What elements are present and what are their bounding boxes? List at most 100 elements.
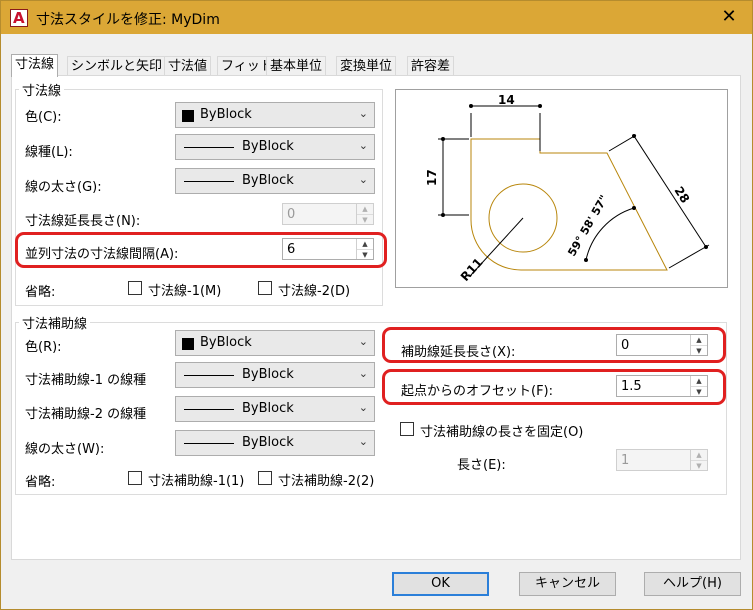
dim-text-top: 14: [498, 93, 515, 107]
spin-up-icon[interactable]: ▲: [691, 376, 707, 386]
dim-lineweight-select[interactable]: ByBlock ⌄: [175, 168, 375, 194]
linetype-sample: [184, 375, 234, 376]
chevron-down-icon: ⌄: [358, 107, 368, 120]
fixed-length-checkbox[interactable]: [400, 422, 414, 436]
window-title: 寸法スタイルを修正: MyDim: [36, 12, 220, 28]
ext-suppress-label: 省略:: [25, 475, 56, 490]
ext-suppress-2-checkbox[interactable]: [258, 471, 272, 485]
ext-extend-spinner[interactable]: 0 ▲ ▼: [616, 334, 708, 356]
dim-extend-spinner[interactable]: 0 ▲ ▼: [282, 203, 374, 225]
tab-text[interactable]: 寸法値: [164, 56, 212, 76]
ext-lines-group-label: 寸法補助線: [19, 313, 91, 332]
spinner-buttons[interactable]: ▲ ▼: [690, 450, 707, 470]
baseline-spacing-value: 6: [287, 242, 296, 257]
dim-color-select[interactable]: ByBlock ⌄: [175, 102, 375, 128]
dim-suppress-1-label[interactable]: 寸法線-1(M): [148, 280, 221, 299]
preview-panel: 14 17 28 59° 58' 57" R11: [395, 89, 728, 288]
baseline-spacing-spinner[interactable]: 6 ▲ ▼: [282, 238, 374, 260]
lineweight-sample: [184, 443, 234, 444]
chevron-down-icon: ⌄: [358, 435, 368, 448]
dim-suppress-1-checkbox[interactable]: [128, 281, 142, 295]
ext-lineweight-value: ByBlock: [242, 435, 294, 450]
fixed-length-label[interactable]: 寸法補助線の長さを固定(O): [420, 421, 583, 440]
preview-drawing: 14 17 28 59° 58' 57" R11: [425, 93, 710, 284]
spin-down-icon[interactable]: ▼: [357, 214, 373, 224]
ext-color-label: 色(R):: [25, 340, 62, 355]
tab-symbols-arrows[interactable]: シンボルと矢印: [67, 56, 167, 76]
tab-tolerances[interactable]: 許容差: [407, 56, 455, 76]
dim-lineweight-label: 線の太さ(G):: [25, 180, 102, 195]
dim-color-value: ByBlock: [200, 107, 252, 122]
dim-color-label: 色(C):: [25, 110, 62, 125]
spin-up-icon[interactable]: ▲: [357, 239, 373, 249]
spinner-buttons[interactable]: ▲ ▼: [356, 204, 373, 224]
spinner-buttons[interactable]: ▲ ▼: [690, 376, 707, 396]
dim-suppress-label: 省略:: [25, 285, 56, 300]
dim-text-diagonal: 28: [671, 184, 692, 206]
baseline-spacing-label: 並列寸法の寸法線間隔(A):: [25, 247, 179, 262]
tab-dim-lines[interactable]: 寸法線: [11, 54, 59, 77]
autocad-a-icon: A: [10, 9, 28, 27]
color-swatch: [182, 110, 194, 122]
ext-linetype2-label: 寸法補助線-2 の線種: [25, 407, 147, 422]
dim-lines-group-label: 寸法線: [19, 80, 65, 99]
spin-up-icon[interactable]: ▲: [357, 204, 373, 214]
ext-lineweight-select[interactable]: ByBlock ⌄: [175, 430, 375, 456]
dim-suppress-2-label[interactable]: 寸法線-2(D): [278, 280, 350, 299]
help-button[interactable]: ヘルプ(H): [644, 572, 741, 596]
spin-down-icon[interactable]: ▼: [691, 460, 707, 470]
spin-down-icon[interactable]: ▼: [691, 345, 707, 355]
chevron-down-icon: ⌄: [358, 367, 368, 380]
ext-lineweight-label: 線の太さ(W):: [25, 442, 105, 457]
dim-extend-value: 0: [287, 207, 296, 222]
dim-linetype-select[interactable]: ByBlock ⌄: [175, 134, 375, 160]
fixed-length-spinner[interactable]: 1 ▲ ▼: [616, 449, 708, 471]
ok-button[interactable]: OK: [392, 572, 489, 596]
ext-linetype1-label: 寸法補助線-1 の線種: [25, 373, 147, 388]
ext-suppress-2-label[interactable]: 寸法補助線-2(2): [278, 470, 374, 489]
dim-lineweight-value: ByBlock: [242, 173, 294, 188]
ext-color-value: ByBlock: [200, 335, 252, 350]
ext-linetype2-value: ByBlock: [242, 401, 294, 416]
tab-alternate-units[interactable]: 変換単位: [336, 56, 397, 76]
spinner-buttons[interactable]: ▲ ▼: [356, 239, 373, 259]
dimension-texts: 14 17 28 59° 58' 57" R11: [425, 93, 692, 284]
color-swatch: [182, 338, 194, 350]
dim-text-angle: 59° 58' 57": [565, 193, 610, 259]
dim-suppress-2-checkbox[interactable]: [258, 281, 272, 295]
fixed-length-value-label: 長さ(E):: [457, 458, 506, 473]
ext-linetype1-select[interactable]: ByBlock ⌄: [175, 362, 375, 388]
dialog-window: A 寸法スタイルを修正: MyDim ✕ 寸法線 シンボルと矢印 寸法値 フィッ…: [0, 0, 753, 610]
lineweight-sample: [184, 181, 234, 182]
linetype-sample: [184, 409, 234, 410]
ext-extend-value: 0: [621, 338, 630, 353]
ext-linetype2-select[interactable]: ByBlock ⌄: [175, 396, 375, 422]
ext-color-select[interactable]: ByBlock ⌄: [175, 330, 375, 356]
chevron-down-icon: ⌄: [358, 401, 368, 414]
spin-up-icon[interactable]: ▲: [691, 335, 707, 345]
linetype-sample: [184, 147, 234, 148]
spin-up-icon[interactable]: ▲: [691, 450, 707, 460]
dim-extend-label: 寸法線延長長さ(N):: [25, 214, 141, 229]
close-icon[interactable]: ✕: [716, 5, 742, 29]
ext-offset-spinner[interactable]: 1.5 ▲ ▼: [616, 375, 708, 397]
chevron-down-icon: ⌄: [358, 139, 368, 152]
chevron-down-icon: ⌄: [358, 335, 368, 348]
cancel-button[interactable]: キャンセル: [519, 572, 616, 596]
ext-suppress-1-checkbox[interactable]: [128, 471, 142, 485]
ext-offset-label: 起点からのオフセット(F):: [401, 384, 554, 399]
ext-extend-label: 補助線延長長さ(X):: [401, 345, 516, 360]
ext-linetype1-value: ByBlock: [242, 367, 294, 382]
spin-down-icon[interactable]: ▼: [691, 386, 707, 396]
spin-down-icon[interactable]: ▼: [357, 249, 373, 259]
dim-linetype-label: 線種(L):: [25, 145, 73, 160]
dim-text-radius: R11: [458, 255, 486, 284]
tab-primary-units[interactable]: 基本単位: [266, 56, 327, 76]
spinner-buttons[interactable]: ▲ ▼: [690, 335, 707, 355]
dim-text-left: 17: [425, 169, 439, 186]
chevron-down-icon: ⌄: [358, 173, 368, 186]
ext-suppress-1-label[interactable]: 寸法補助線-1(1): [148, 470, 244, 489]
fixed-length-value: 1: [621, 453, 630, 468]
dim-linetype-value: ByBlock: [242, 139, 294, 154]
title-bar: A 寸法スタイルを修正: MyDim ✕: [1, 1, 752, 34]
